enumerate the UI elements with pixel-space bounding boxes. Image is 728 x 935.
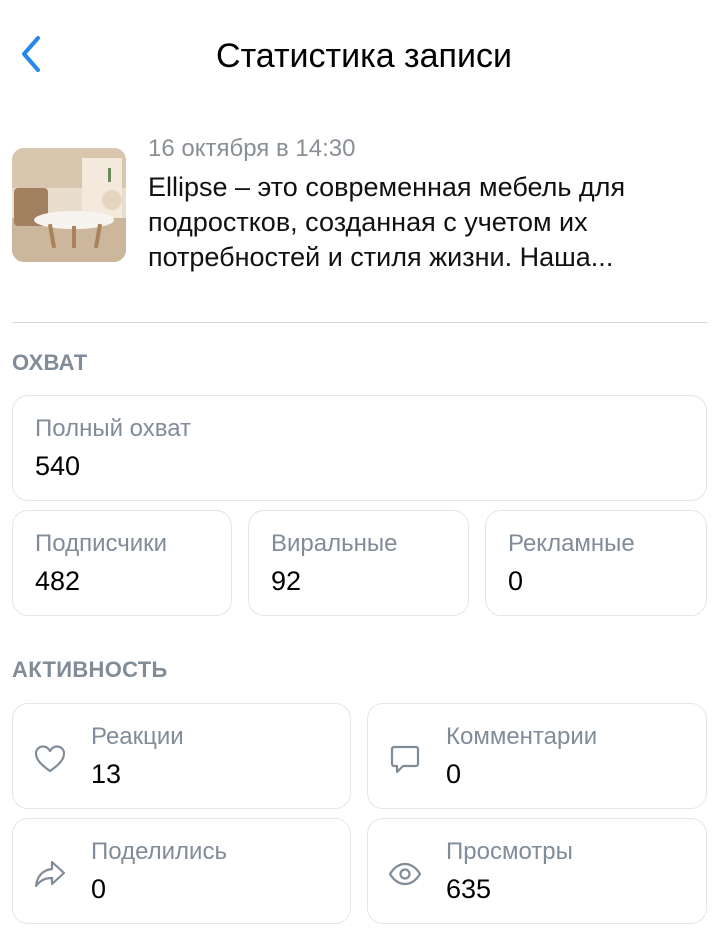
post-preview[interactable]: 16 октября в 14:30 Ellipse – это совреме… bbox=[12, 133, 708, 293]
views-label: Просмотры bbox=[446, 838, 573, 865]
reach-subscribers-card: Подписчики 482 bbox=[12, 510, 232, 616]
comments-value: 0 bbox=[446, 759, 462, 789]
reach-subscribers-label: Подписчики bbox=[35, 530, 168, 557]
reach-total-card: Полный охват 540 bbox=[12, 395, 707, 501]
post-stats-screen: Статистика записи 16 октября в 14:30 Ell… bbox=[0, 0, 728, 935]
activity-reactions-card[interactable]: Реакции 13 bbox=[12, 703, 351, 809]
section-title-activity: АКТИВНОСТЬ bbox=[12, 657, 168, 682]
reactions-label: Реакции bbox=[91, 723, 184, 750]
post-thumbnail[interactable] bbox=[12, 148, 126, 262]
page-title: Статистика записи bbox=[216, 37, 512, 75]
reach-total-label: Полный охват bbox=[35, 415, 192, 442]
activity-comments-card[interactable]: Комментарии 0 bbox=[367, 703, 707, 809]
eye-icon bbox=[388, 857, 422, 891]
reach-ads-card: Рекламные 0 bbox=[485, 510, 707, 616]
comments-label: Комментарии bbox=[446, 723, 598, 750]
reach-subscribers-value: 482 bbox=[35, 566, 81, 596]
reactions-value: 13 bbox=[91, 759, 122, 789]
reach-viral-card: Виральные 92 bbox=[248, 510, 469, 616]
views-value: 635 bbox=[446, 874, 492, 904]
reach-ads-value: 0 bbox=[508, 566, 524, 596]
reach-ads-label: Рекламные bbox=[508, 530, 635, 557]
activity-views-card[interactable]: Просмотры 635 bbox=[367, 818, 707, 924]
post-text: Ellipse – это современная мебель для под… bbox=[148, 172, 626, 272]
reach-viral-label: Виральные bbox=[271, 530, 398, 557]
shares-value: 0 bbox=[91, 874, 107, 904]
share-icon bbox=[33, 857, 67, 891]
reach-viral-value: 92 bbox=[271, 566, 302, 596]
section-title-reach: ОХВАТ bbox=[12, 350, 88, 375]
shares-label: Поделились bbox=[91, 838, 227, 865]
post-date: 16 октября в 14:30 bbox=[148, 135, 356, 162]
comment-icon bbox=[388, 742, 422, 776]
activity-shares-card[interactable]: Поделились 0 bbox=[12, 818, 351, 924]
divider bbox=[12, 322, 708, 323]
reach-total-value: 540 bbox=[35, 451, 81, 481]
heart-icon bbox=[33, 742, 67, 776]
